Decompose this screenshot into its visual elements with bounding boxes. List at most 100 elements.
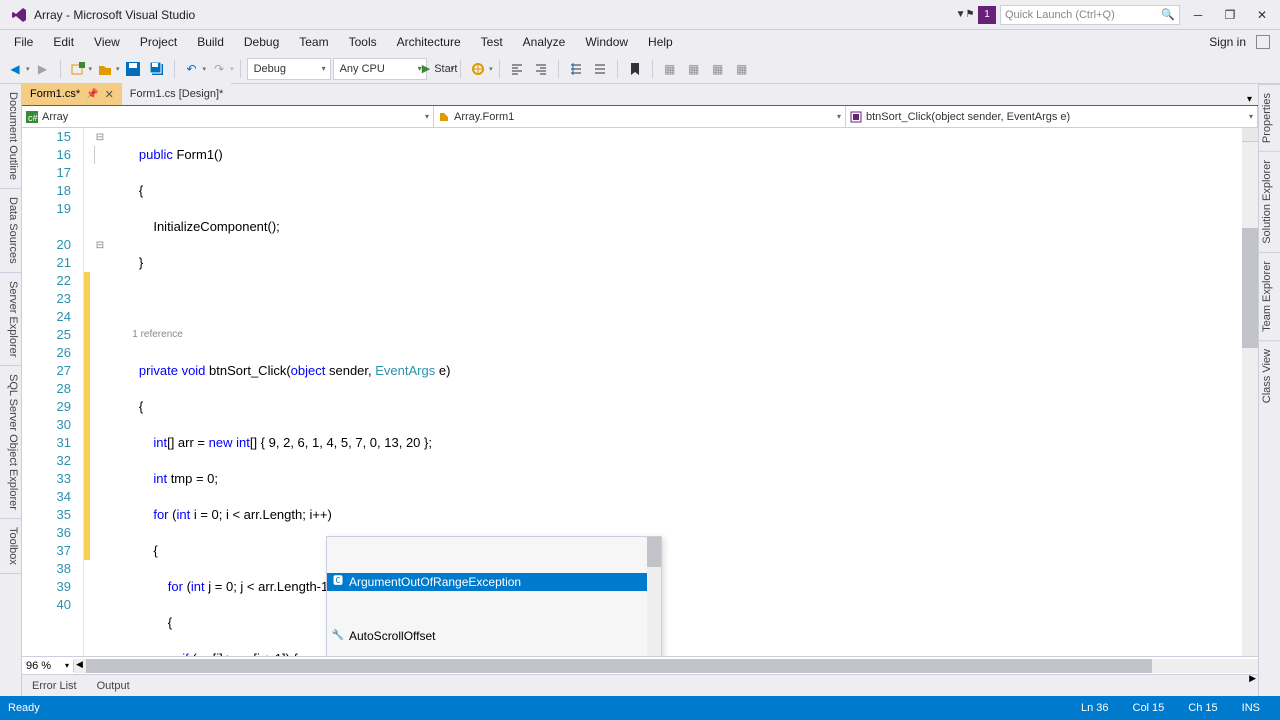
tab-form1-cs[interactable]: Form1.cs* 📌 ✕	[22, 83, 122, 105]
panel-sql-object-explorer[interactable]: SQL Server Object Explorer	[0, 366, 21, 519]
menu-tools[interactable]: Tools	[339, 33, 387, 51]
vs-logo-icon	[10, 6, 28, 24]
nav-forward-button[interactable]: ▶	[32, 58, 54, 80]
method-icon	[850, 111, 862, 123]
browser-link-button[interactable]	[467, 58, 489, 80]
nav-member-combo[interactable]: btnSort_Click(object sender, EventArgs e…	[846, 106, 1258, 127]
code-text[interactable]: public Form1() { InitializeComponent(); …	[110, 128, 1242, 656]
redo-button[interactable]: ↷	[208, 58, 230, 80]
menu-help[interactable]: Help	[638, 33, 683, 51]
close-tab-icon[interactable]: ✕	[105, 88, 114, 101]
codelens-references[interactable]: 1 reference	[110, 326, 1242, 344]
indent-more-button[interactable]	[530, 58, 552, 80]
start-label: Start	[434, 63, 457, 75]
nav-member-label: btnSort_Click(object sender, EventArgs e…	[866, 111, 1070, 123]
minimize-button[interactable]: ─	[1184, 5, 1212, 25]
feedback-flag-icon[interactable]: ▼⚑	[956, 6, 974, 24]
intellisense-popup[interactable]: 🅲 ArgumentOutOfRangeException 🔧 AutoScro…	[326, 536, 662, 656]
tab-overflow-dropdown[interactable]: ▾	[1241, 94, 1258, 105]
status-ready: Ready	[8, 702, 1069, 714]
open-file-dropdown[interactable]: ▾	[116, 65, 120, 73]
new-project-dropdown[interactable]: ▾	[89, 65, 93, 73]
signin-avatar-icon[interactable]	[1256, 35, 1270, 49]
menu-test[interactable]: Test	[471, 33, 513, 51]
bookmark-button[interactable]	[624, 58, 646, 80]
nav-project-combo[interactable]: c# Array	[22, 106, 434, 127]
comment-button[interactable]	[565, 58, 587, 80]
vertical-scrollbar[interactable]	[1242, 128, 1258, 656]
tab-label: Form1.cs*	[30, 88, 80, 100]
tb-misc-2[interactable]: ▦	[683, 58, 705, 80]
class-icon	[438, 111, 450, 123]
nav-class-combo[interactable]: Array.Form1	[434, 106, 846, 127]
tb-misc-4[interactable]: ▦	[731, 58, 753, 80]
panel-properties[interactable]: Properties	[1259, 84, 1280, 151]
svg-text:c#: c#	[28, 113, 38, 123]
new-project-button[interactable]	[67, 58, 89, 80]
panel-error-list[interactable]: Error List	[22, 678, 87, 694]
csharp-project-icon: c#	[26, 111, 38, 123]
class-icon: 🅲	[331, 575, 345, 589]
outline-margin[interactable]: ⊟ ⊟	[90, 128, 110, 656]
completion-scrollbar[interactable]	[647, 537, 661, 656]
panel-server-explorer[interactable]: Server Explorer	[0, 273, 21, 366]
open-file-button[interactable]	[94, 58, 116, 80]
nav-back-button[interactable]: ◀	[4, 58, 26, 80]
undo-button[interactable]: ↶	[181, 58, 203, 80]
menu-view[interactable]: View	[84, 33, 130, 51]
horizontal-scrollbar[interactable]: ◀▶	[74, 659, 1258, 673]
window-title: Array - Microsoft Visual Studio	[34, 8, 956, 22]
code-editor[interactable]: 1516171819 2021222324 2526272829 3031323…	[22, 128, 1258, 656]
completion-item[interactable]: 🔧 AutoScrollOffset	[327, 627, 661, 645]
uncomment-button[interactable]	[589, 58, 611, 80]
menu-project[interactable]: Project	[130, 33, 187, 51]
undo-dropdown[interactable]: ▾	[203, 65, 207, 73]
zoom-combo[interactable]: 96 %▾	[22, 660, 74, 672]
play-icon: ▶	[422, 62, 430, 75]
panel-document-outline[interactable]: Document Outline	[0, 84, 21, 189]
nav-project-label: Array	[42, 111, 68, 123]
tab-label: Form1.cs [Design]*	[130, 88, 224, 100]
panel-output[interactable]: Output	[87, 678, 140, 694]
nav-back-dropdown[interactable]: ▾	[26, 65, 30, 73]
close-window-button[interactable]: ✕	[1248, 5, 1276, 25]
tb-misc-3[interactable]: ▦	[707, 58, 729, 80]
menu-file[interactable]: File	[4, 33, 43, 51]
menu-architecture[interactable]: Architecture	[387, 33, 471, 51]
indent-less-button[interactable]	[506, 58, 528, 80]
platform-combo[interactable]: Any CPU	[333, 58, 427, 80]
notification-badge[interactable]: 1	[978, 6, 996, 24]
redo-dropdown[interactable]: ▾	[230, 65, 234, 73]
tab-form1-design[interactable]: Form1.cs [Design]*	[122, 83, 232, 105]
panel-data-sources[interactable]: Data Sources	[0, 189, 21, 273]
property-icon: 🔧	[331, 629, 345, 643]
split-view-icon[interactable]	[1242, 128, 1258, 142]
status-col: Col 15	[1121, 702, 1177, 714]
save-all-button[interactable]	[146, 58, 168, 80]
menu-window[interactable]: Window	[575, 33, 638, 51]
pin-icon[interactable]: 📌	[86, 89, 98, 100]
menu-debug[interactable]: Debug	[234, 33, 289, 51]
status-ins[interactable]: INS	[1230, 702, 1272, 714]
menu-team[interactable]: Team	[289, 33, 338, 51]
config-combo[interactable]: Debug	[247, 58, 331, 80]
sign-in-link[interactable]: Sign in	[1199, 33, 1256, 51]
status-line: Ln 36	[1069, 702, 1121, 714]
completion-label: AutoScrollOffset	[349, 627, 435, 645]
menu-edit[interactable]: Edit	[43, 33, 84, 51]
panel-toolbox[interactable]: Toolbox	[0, 519, 21, 574]
browser-link-dropdown[interactable]: ▾	[489, 65, 493, 73]
panel-class-view[interactable]: Class View	[1259, 340, 1280, 411]
menu-build[interactable]: Build	[187, 33, 234, 51]
tb-misc-1[interactable]: ▦	[659, 58, 681, 80]
line-number-gutter: 1516171819 2021222324 2526272829 3031323…	[22, 128, 84, 656]
restore-button[interactable]: ❐	[1216, 5, 1244, 25]
nav-class-label: Array.Form1	[454, 111, 514, 123]
quick-launch-input[interactable]: Quick Launch (Ctrl+Q) 🔍	[1000, 5, 1180, 25]
save-button[interactable]	[122, 58, 144, 80]
menu-analyze[interactable]: Analyze	[513, 33, 576, 51]
completion-item[interactable]: 🅲 ArgumentOutOfRangeException	[327, 573, 661, 591]
panel-team-explorer[interactable]: Team Explorer	[1259, 252, 1280, 340]
panel-solution-explorer[interactable]: Solution Explorer	[1259, 151, 1280, 252]
start-debug-button[interactable]: ▶ Start	[429, 58, 451, 80]
